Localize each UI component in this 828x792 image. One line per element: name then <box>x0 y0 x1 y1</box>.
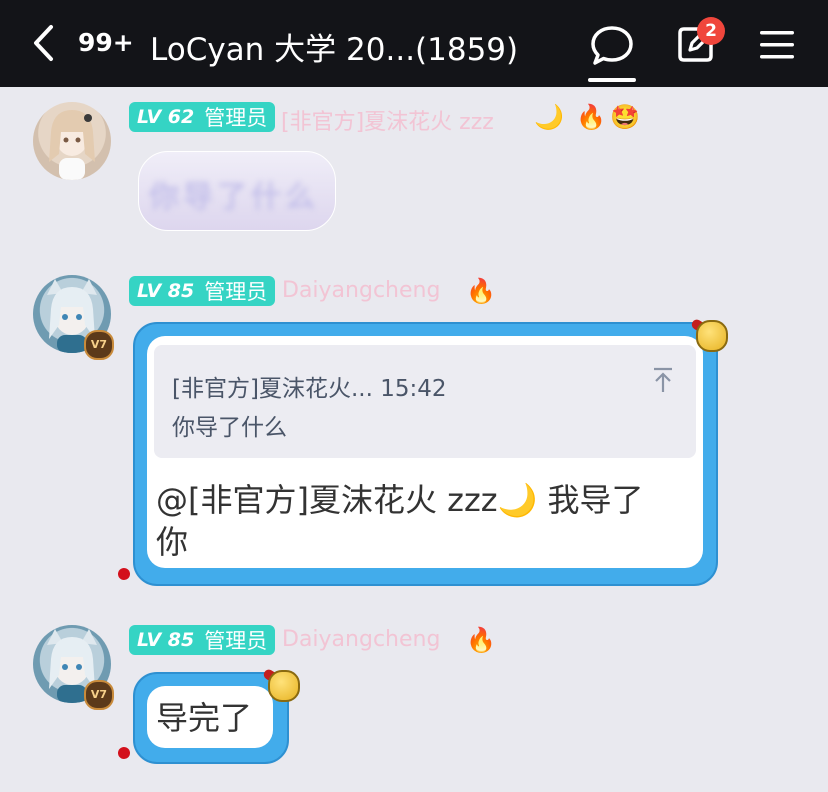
level-text: LV 85 <box>137 280 195 302</box>
sender-nickname[interactable]: [非官方]夏沫花火 zzz <box>281 104 494 136</box>
level-tag: LV 85 管理员 <box>129 276 276 306</box>
level-tag: LV 85 管理员 <box>129 625 276 655</box>
jump-to-original-icon[interactable] <box>652 367 674 393</box>
message-line: @[非官方]夏沫花火 zzz🌙 我导了 <box>156 481 644 519</box>
moon-emoji-icon: 🌙 <box>534 103 564 131</box>
avatar[interactable] <box>33 102 111 180</box>
chat-bubble-icon[interactable] <box>590 24 634 68</box>
menu-icon[interactable] <box>760 30 794 60</box>
fire-emoji-icon: 🔥 <box>466 626 496 654</box>
quote-header: [非官方]夏沫花火... 15:42 <box>172 369 447 403</box>
role-text: 管理员 <box>204 106 268 130</box>
vip-badge: V7 <box>84 680 114 710</box>
star-struck-emoji-icon: 🤩 <box>610 103 640 131</box>
chat-header: 99+ LoCyan 大学 20...(1859) 2 <box>0 0 828 87</box>
role-text: 管理员 <box>204 629 268 653</box>
notification-badge: 2 <box>697 17 725 45</box>
message-line: 你 <box>156 523 189 561</box>
quoted-reply[interactable]: [非官方]夏沫花火... 15:42 你导了什么 <box>154 345 696 458</box>
blurred-message-text: 你导了什么 <box>149 180 319 215</box>
level-tag: LV 62 管理员 <box>129 102 276 132</box>
page-title[interactable]: LoCyan 大学 20...(1859) <box>150 24 550 69</box>
bell-icon <box>696 320 728 352</box>
role-text: 管理员 <box>204 280 268 304</box>
anime-girl-avatar-icon <box>49 110 95 180</box>
bubble-knob-decoration <box>118 568 130 580</box>
quote-text: 你导了什么 <box>172 415 287 441</box>
unread-count[interactable]: 99+ <box>78 28 134 57</box>
bubble-knob-decoration <box>118 747 130 759</box>
fire-emoji-icon: 🔥 <box>576 103 606 131</box>
level-text: LV 62 <box>137 106 195 128</box>
sender-nickname[interactable]: Daiyangcheng <box>282 278 440 303</box>
message-text: 导完了 <box>156 699 253 737</box>
message-bubble[interactable]: 你导了什么 <box>138 151 336 231</box>
level-text: LV 85 <box>137 629 195 651</box>
message-text: @[非官方]夏沫花火 zzz🌙 我导了 你 <box>156 479 701 563</box>
back-arrow-icon[interactable] <box>32 24 54 62</box>
active-tab-indicator <box>588 78 636 82</box>
sender-nickname[interactable]: Daiyangcheng <box>282 627 440 652</box>
vip-badge: V7 <box>84 330 114 360</box>
quote-author: [非官方]夏沫花火... <box>172 376 373 402</box>
bell-icon <box>268 670 300 702</box>
quote-time: 15:42 <box>380 376 447 402</box>
fire-emoji-icon: 🔥 <box>466 277 496 305</box>
